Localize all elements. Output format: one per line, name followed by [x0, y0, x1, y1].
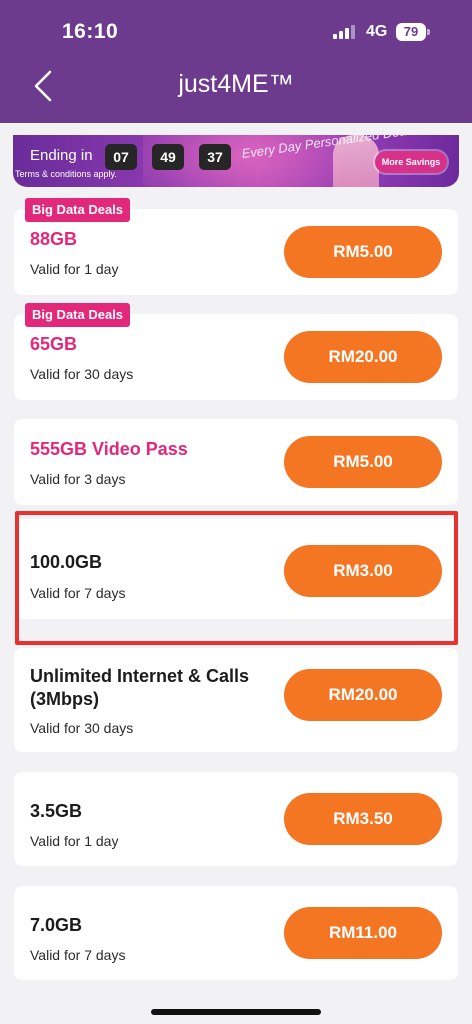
battery-icon: 79 — [396, 23, 426, 41]
countdown-hours: 07 — [105, 144, 137, 170]
offer-badge: Big Data Deals — [25, 198, 131, 222]
more-savings-button[interactable]: More Savings — [375, 151, 447, 173]
buy-button[interactable]: RM11.00 — [284, 907, 442, 959]
back-button[interactable] — [26, 68, 60, 104]
offer-validity: Valid for 1 day — [30, 261, 119, 277]
offer-validity: Valid for 30 days — [30, 366, 134, 382]
app-header: 16:10 4G 79 just4ME™ — [0, 0, 472, 123]
countdown-label: Ending in — [30, 147, 93, 164]
countdown-seconds: 37 — [199, 144, 231, 170]
buy-button[interactable]: RM3.50 — [284, 793, 442, 845]
offer-validity: Valid for 30 days — [30, 720, 134, 736]
home-indicator[interactable] — [151, 1009, 321, 1015]
offer-card: 3.5GB Valid for 1 day RM3.50 — [14, 772, 458, 866]
offer-card: 7.0GB Valid for 7 days RM11.00 — [14, 886, 458, 980]
status-time: 16:10 — [62, 20, 119, 43]
offer-name-line1: Unlimited Internet & Calls — [30, 666, 250, 686]
offer-name: 7.0GB — [30, 915, 83, 935]
offer-card: Unlimited Internet & Calls (3Mbps) Valid… — [14, 648, 458, 752]
cellular-signal-icon — [333, 25, 357, 39]
offer-badge: Big Data Deals — [25, 303, 131, 327]
network-type: 4G — [366, 23, 388, 40]
offer-name: 88GB — [30, 229, 78, 249]
offer-name-line2: (3Mbps) — [30, 689, 99, 709]
offer-name: 3.5GB — [30, 801, 83, 821]
buy-button[interactable]: RM5.00 — [284, 226, 442, 278]
offer-card: 555GB Video Pass Valid for 3 days RM5.00 — [14, 419, 458, 505]
offer-validity: Valid for 3 days — [30, 471, 126, 487]
chevron-left-icon — [34, 70, 52, 102]
offer-name: 65GB — [30, 334, 78, 354]
buy-button[interactable]: RM20.00 — [284, 331, 442, 383]
countdown-minutes: 49 — [152, 144, 184, 170]
terms-text: Terms & conditions apply. — [15, 169, 117, 179]
offer-validity: Valid for 7 days — [30, 947, 126, 963]
offer-name: 555GB Video Pass — [30, 439, 188, 459]
offer-validity: Valid for 1 day — [30, 833, 119, 849]
battery-tip — [427, 29, 430, 35]
buy-button[interactable]: RM20.00 — [284, 669, 442, 721]
buy-button[interactable]: RM5.00 — [284, 436, 442, 488]
status-bar: 16:10 4G 79 — [0, 0, 472, 60]
promo-banner[interactable]: Every Day Personalized Deals Ending in 0… — [13, 135, 459, 187]
page-title: just4ME™ — [178, 70, 294, 98]
highlight-outline — [15, 511, 458, 645]
